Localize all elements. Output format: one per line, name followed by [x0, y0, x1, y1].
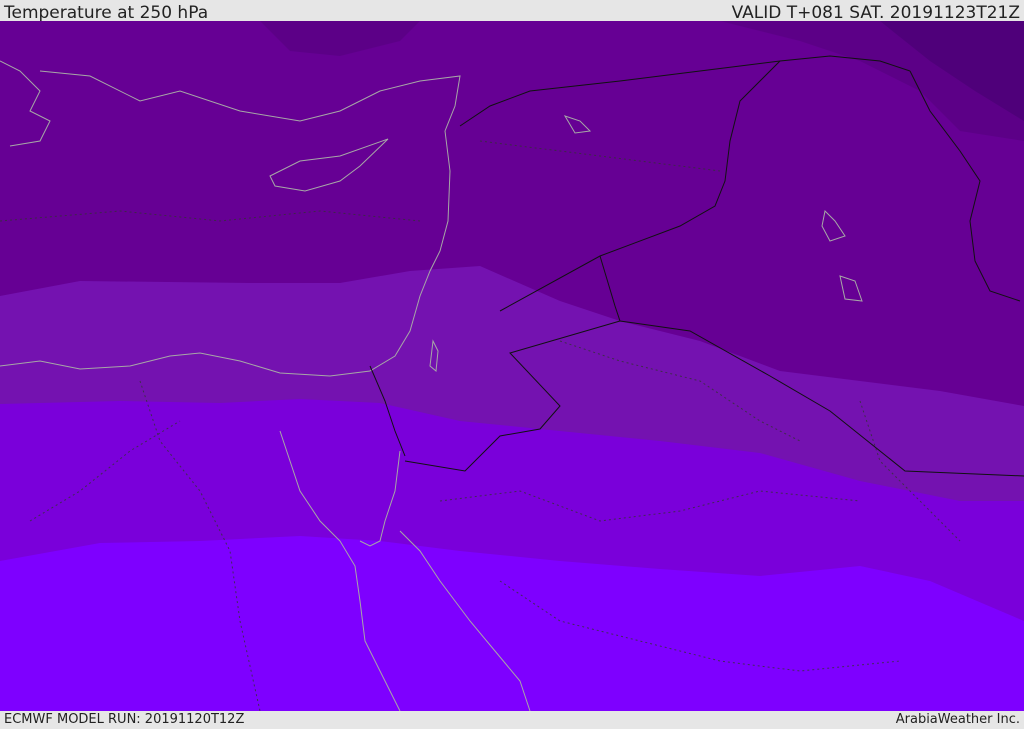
- valid-time: VALID T+081 SAT. 20191123T21Z: [731, 3, 1020, 23]
- map-title: Temperature at 250 hPa: [4, 3, 209, 23]
- header-bar: Temperature at 250 hPa VALID T+081 SAT. …: [0, 0, 1024, 23]
- model-run-label: ECMWF MODEL RUN: 20191120T12Z: [4, 712, 245, 727]
- map-area[interactable]: [0, 21, 1024, 711]
- credit-label: ArabiaWeather Inc.: [895, 712, 1020, 727]
- temperature-map: [0, 21, 1024, 711]
- footer-bar: ECMWF MODEL RUN: 20191120T12Z ArabiaWeat…: [0, 711, 1024, 729]
